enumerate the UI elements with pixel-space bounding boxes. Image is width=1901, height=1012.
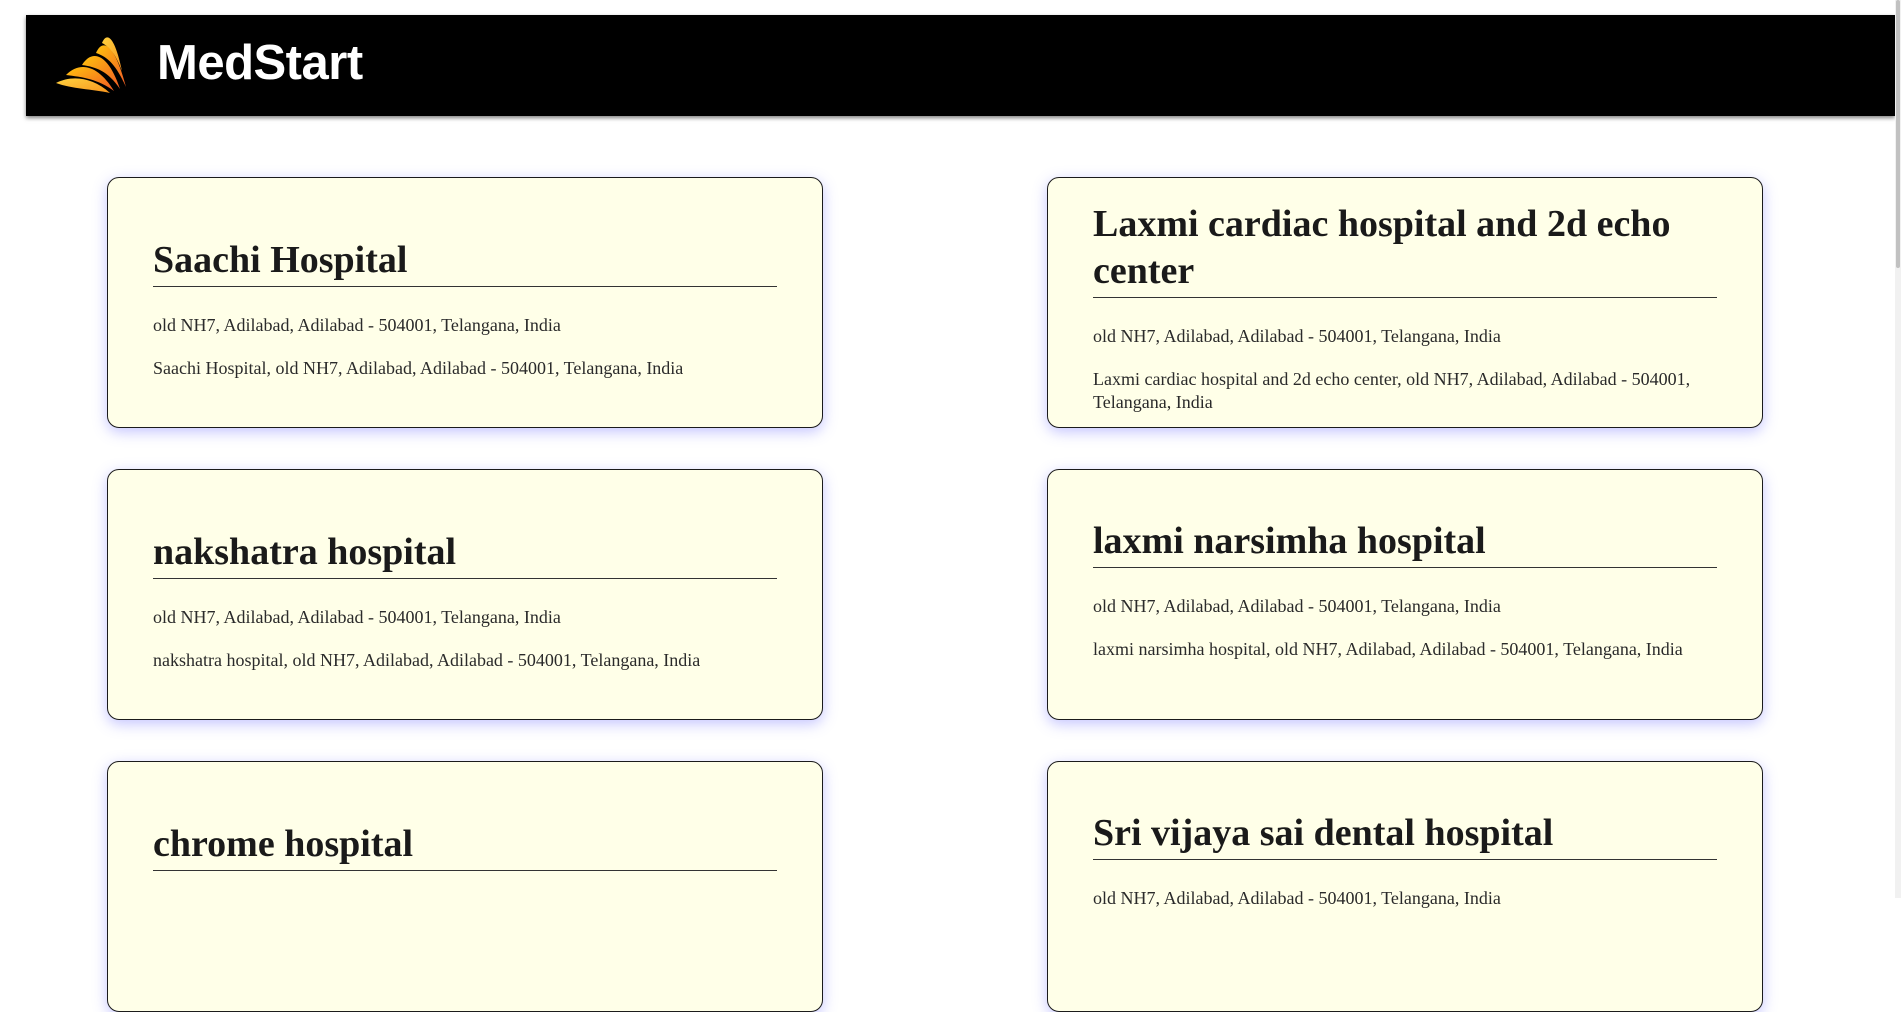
hospital-full-address: nakshatra hospital, old NH7, Adilabad, A…: [153, 650, 701, 670]
hospital-card[interactable]: Sri vijaya sai dental hospital old NH7, …: [1047, 761, 1763, 1012]
hospital-card-grid: Saachi Hospital old NH7, Adilabad, Adila…: [0, 0, 1901, 1012]
hospital-name: Sri vijaya sai dental hospital: [1093, 810, 1717, 860]
hospital-card[interactable]: laxmi narsimha hospital old NH7, Adilaba…: [1047, 469, 1763, 720]
hospital-full-address: Laxmi cardiac hospital and 2d echo cente…: [1093, 369, 1691, 412]
hospital-name: chrome hospital: [153, 821, 777, 871]
page-scrollbar[interactable]: [1895, 0, 1901, 898]
hospital-card[interactable]: nakshatra hospital old NH7, Adilabad, Ad…: [107, 469, 823, 720]
hospital-address: old NH7, Adilabad, Adilabad - 504001, Te…: [153, 315, 561, 335]
scrollbar-thumb[interactable]: [1896, 0, 1900, 268]
hospital-address: old NH7, Adilabad, Adilabad - 504001, Te…: [153, 607, 561, 627]
hospital-card[interactable]: chrome hospital: [107, 761, 823, 1012]
hospital-full-address: laxmi narsimha hospital, old NH7, Adilab…: [1093, 639, 1683, 659]
hospital-name: nakshatra hospital: [153, 529, 777, 579]
hospital-name: laxmi narsimha hospital: [1093, 518, 1717, 568]
hospital-card[interactable]: Saachi Hospital old NH7, Adilabad, Adila…: [107, 177, 823, 428]
hospital-name: Saachi Hospital: [153, 237, 777, 287]
hospital-name: Laxmi cardiac hospital and 2d echo cente…: [1093, 201, 1717, 298]
hospital-card[interactable]: Laxmi cardiac hospital and 2d echo cente…: [1047, 177, 1763, 428]
hospital-address: old NH7, Adilabad, Adilabad - 504001, Te…: [1093, 888, 1501, 908]
hospital-address: old NH7, Adilabad, Adilabad - 504001, Te…: [1093, 326, 1501, 346]
hospital-address: old NH7, Adilabad, Adilabad - 504001, Te…: [1093, 596, 1501, 616]
hospital-full-address: Saachi Hospital, old NH7, Adilabad, Adil…: [153, 358, 684, 378]
